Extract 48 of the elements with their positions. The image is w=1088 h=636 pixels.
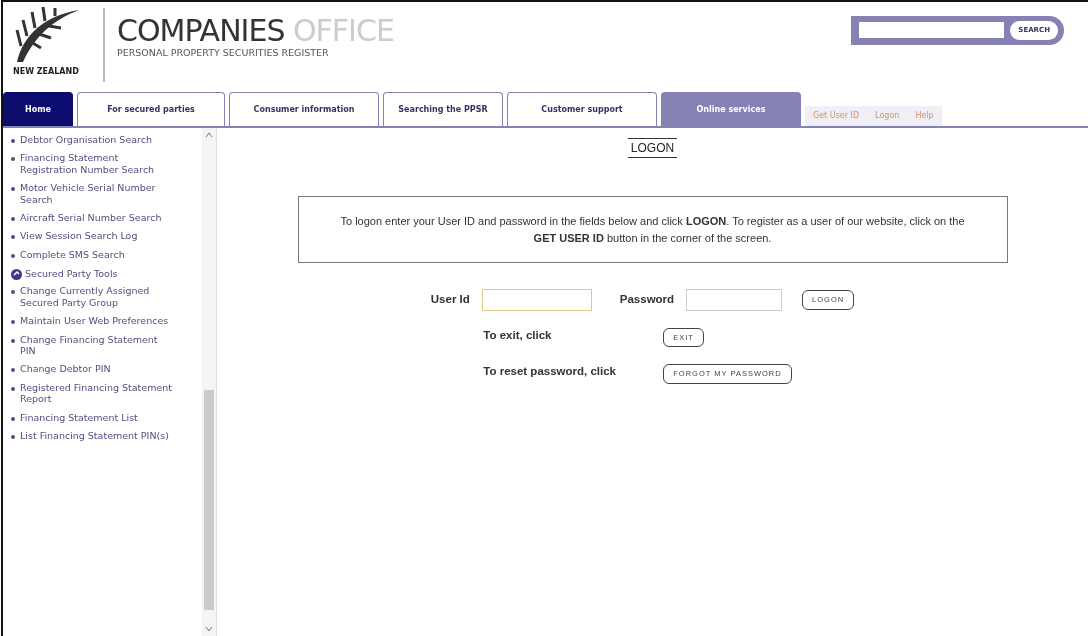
bullet-icon <box>11 139 15 143</box>
sidebar-link[interactable]: Financing Statement List <box>11 411 174 423</box>
bullet-icon <box>11 434 15 439</box>
nav-tab[interactable]: Online services <box>661 92 801 126</box>
bullet-icon <box>11 338 15 343</box>
user-id-field[interactable] <box>481 289 592 311</box>
exit-label: To exit, click <box>483 327 553 343</box>
sidebar-link[interactable]: Motor Vehicle Serial Number Search <box>11 182 174 205</box>
bullet-icon <box>11 386 15 391</box>
sidebar-link[interactable]: List Financing Statement PIN(s) <box>11 429 174 442</box>
sidebar-link[interactable]: Debtor Organisation Search <box>11 134 174 146</box>
sidebar-link[interactable]: Maintain User Web Preferences <box>11 315 174 327</box>
sidebar-link[interactable]: Complete SMS Search <box>11 248 174 261</box>
nav-tab[interactable]: Home <box>3 92 73 126</box>
sidebar-link[interactable]: Change Financing Statement PIN <box>11 333 174 357</box>
page-heading: LOGON <box>627 138 678 158</box>
bullet-icon <box>11 368 15 373</box>
field-label: User Id <box>430 292 470 308</box>
nav-tab[interactable]: For secured parties <box>77 92 225 126</box>
password-field[interactable] <box>686 289 783 311</box>
country-label: NEW ZEALAND <box>13 66 80 78</box>
scroll-down-icon[interactable] <box>205 626 213 632</box>
nav-tab[interactable]: Searching the PPSR <box>383 92 503 126</box>
sidebar-link[interactable]: View Session Search Log <box>11 230 174 242</box>
bullet-icon <box>11 235 15 240</box>
bullet-icon <box>11 157 15 162</box>
field-label: Password <box>619 292 675 308</box>
sidebar-link[interactable]: Aircraft Serial Number Search <box>11 211 174 224</box>
scrollbar[interactable] <box>202 128 216 636</box>
sidebar-link[interactable]: Change Debtor PIN <box>11 363 174 375</box>
instructions-text: To logon enter your User ID and password in the fields below and click LOGON. To register as a user of our website, click on the GET USER ID button in the corner of the screen. <box>297 196 1008 263</box>
sidebar-link[interactable]: Change Currently Assigned Secured Party Group <box>11 285 174 309</box>
search-field[interactable] <box>859 22 1005 39</box>
nav-tab[interactable]: Customer support <box>507 92 657 126</box>
bullet-icon <box>11 253 15 258</box>
bullet-icon <box>11 187 15 192</box>
bullet-icon <box>11 320 15 325</box>
scroll-thumb[interactable] <box>204 390 214 610</box>
sidebar-link[interactable]: Registered Financing Statement Report <box>11 381 174 405</box>
bullet-icon <box>11 216 15 221</box>
scroll-up-icon[interactable] <box>205 132 213 138</box>
reset-label: To reset password, click <box>483 363 617 379</box>
nav-tab[interactable]: Consumer information <box>229 92 379 126</box>
sidebar-section-heading: Secured Party Tools <box>25 267 118 282</box>
sidebar-link[interactable]: Financing Statement Registration Number Search <box>11 152 174 176</box>
bullet-icon <box>11 416 15 421</box>
bullet-icon <box>11 290 15 295</box>
site-subtitle: PERSONAL PROPERTY SECURITIES REGISTER <box>117 46 330 60</box>
